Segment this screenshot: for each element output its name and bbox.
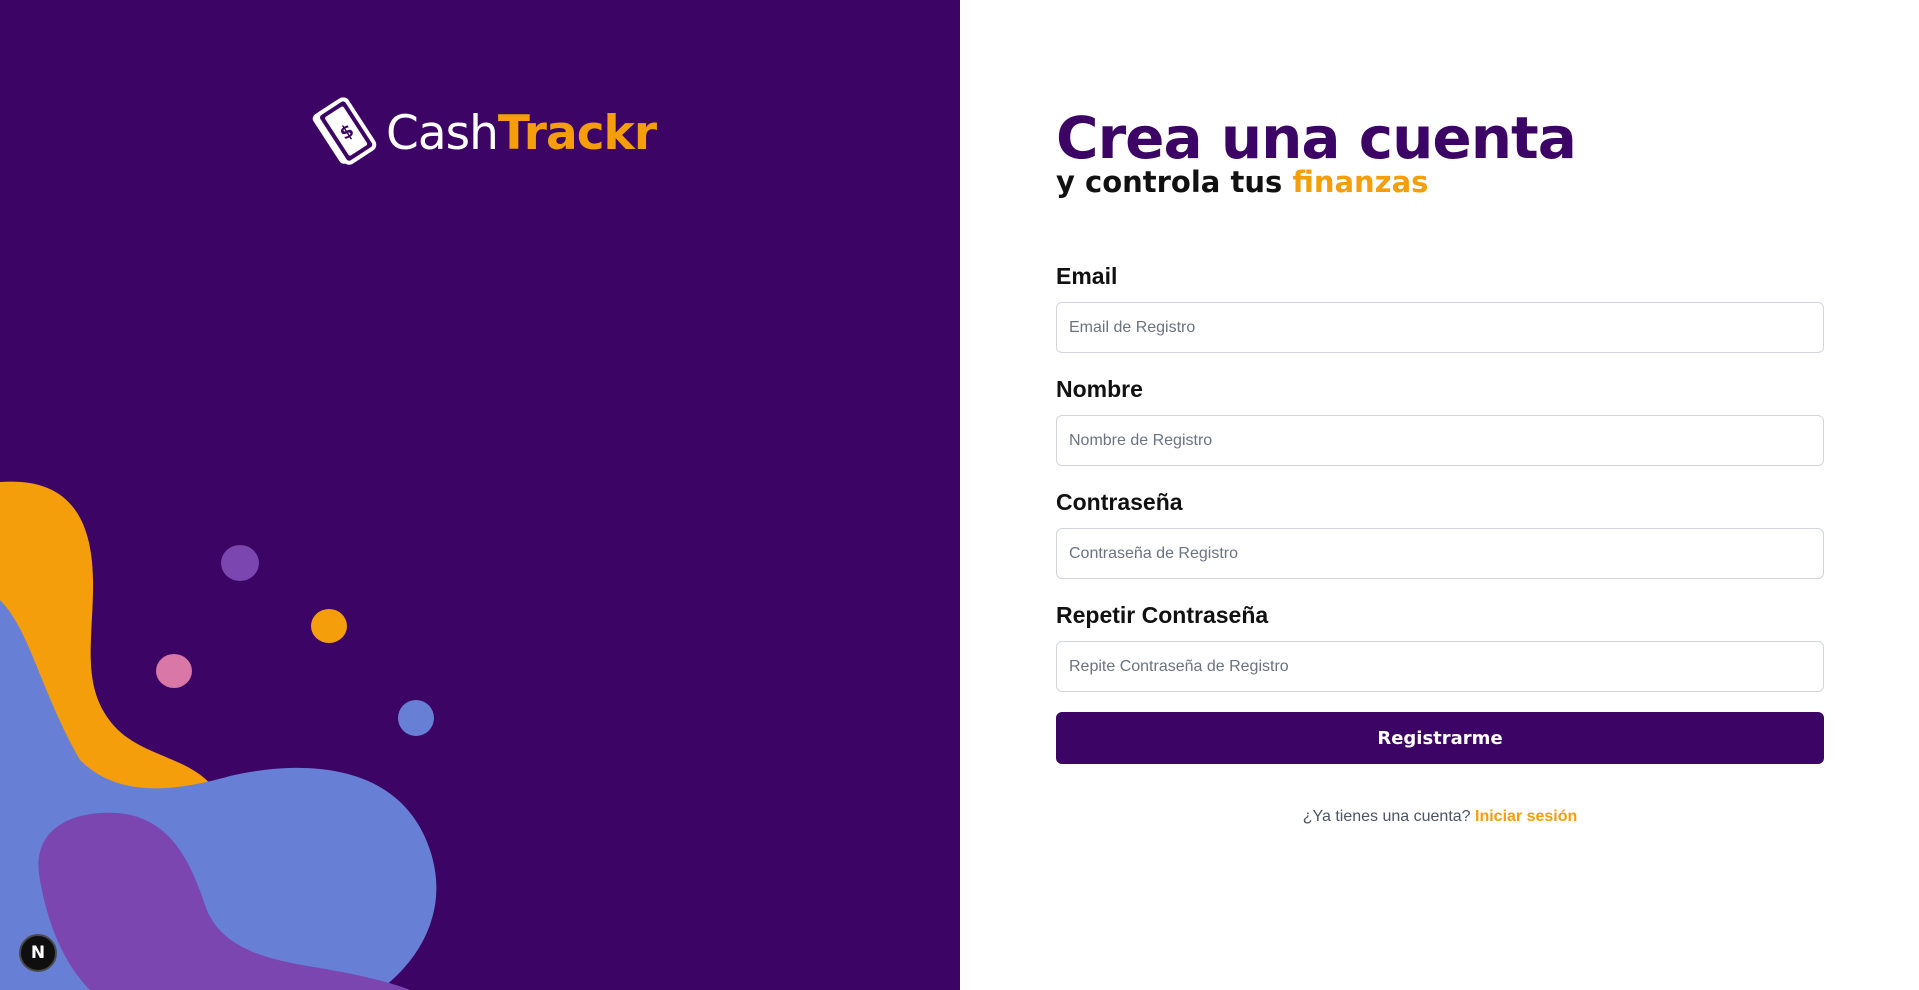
subtitle-accent: finanzas xyxy=(1292,165,1429,199)
email-label: Email xyxy=(1056,263,1118,289)
brand-name-cash: Cash xyxy=(386,105,499,161)
password-field-group: Contraseña xyxy=(1056,488,1824,579)
brand-logo: $ CashTrackr xyxy=(306,93,657,173)
register-form: Crea una cuenta y controla tus finanzas … xyxy=(1056,106,1824,826)
password-confirm-field-group: Repetir Contraseña xyxy=(1056,601,1824,692)
register-button[interactable]: Registrarme xyxy=(1056,712,1824,764)
blue-dot xyxy=(398,700,434,736)
password-label: Contraseña xyxy=(1056,489,1183,515)
nextjs-logo-icon: N xyxy=(30,943,46,963)
subtitle-prefix: y controla tus xyxy=(1056,165,1293,199)
violet-dot xyxy=(221,545,259,581)
brand-wordmark: CashTrackr xyxy=(386,110,657,157)
password-input[interactable] xyxy=(1056,528,1824,579)
nombre-field-group: Nombre xyxy=(1056,375,1824,466)
password-confirm-input[interactable] xyxy=(1056,641,1824,692)
email-input[interactable] xyxy=(1056,302,1824,353)
pink-dot xyxy=(156,654,192,688)
email-field-group: Email xyxy=(1056,262,1824,353)
nombre-label: Nombre xyxy=(1056,376,1143,402)
login-question: ¿Ya tienes una cuenta? xyxy=(1302,808,1475,825)
nextjs-dev-indicator[interactable]: N xyxy=(19,934,57,972)
orange-dot xyxy=(311,609,347,643)
register-panel: Crea una cuenta y controla tus finanzas … xyxy=(960,0,1919,990)
money-bills-icon: $ xyxy=(312,97,377,165)
login-prompt: ¿Ya tienes una cuenta? Iniciar sesión xyxy=(1056,808,1824,826)
nombre-input[interactable] xyxy=(1056,415,1824,466)
login-link[interactable]: Iniciar sesión xyxy=(1475,808,1577,825)
brand-panel: $ CashTrackr N xyxy=(0,0,960,990)
page-title: Crea una cuenta xyxy=(1056,104,1577,172)
password-confirm-label: Repetir Contraseña xyxy=(1056,602,1269,628)
brand-name-trackr: Trackr xyxy=(497,105,657,161)
